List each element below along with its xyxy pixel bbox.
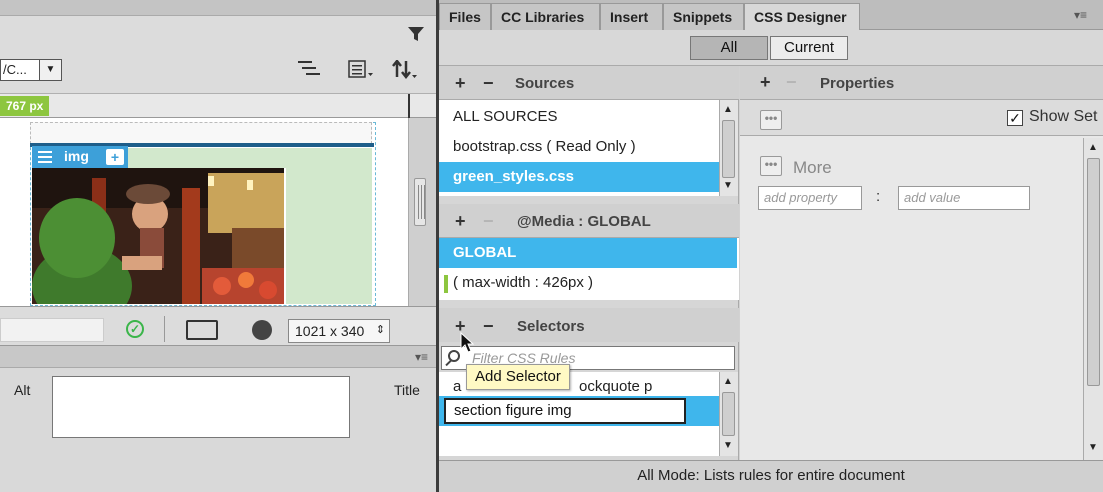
device-preview-icon[interactable] [186, 320, 218, 340]
media-header: + − @Media : GLOBAL [439, 204, 739, 238]
window-size-value: 1021 x 340 [295, 323, 365, 339]
panel-menu-icon[interactable]: ▾≡ [1074, 8, 1087, 22]
current-mode-button[interactable]: Current [770, 36, 848, 60]
source-item[interactable]: bootstrap.css ( Read Only ) [439, 132, 719, 162]
mode-status-text: All Mode: Lists rules for entire documen… [439, 460, 1103, 492]
tab-insert[interactable]: Insert [600, 3, 663, 30]
sources-title: Sources [515, 75, 575, 92]
tab-snippets[interactable]: Snippets [663, 3, 744, 30]
sources-scrollbar[interactable]: ▲ ▼ [719, 100, 738, 196]
ruler [0, 94, 436, 118]
remove-source-button[interactable]: − [483, 73, 494, 94]
globe-icon[interactable] [252, 320, 272, 340]
add-media-button[interactable]: + [455, 211, 466, 232]
properties-header: + − Properties [740, 66, 1103, 100]
list-indent-icon[interactable] [296, 60, 322, 80]
selector-name-input[interactable]: section figure img [444, 398, 686, 424]
selectors-scrollbar[interactable]: ▲ ▼ [719, 372, 738, 456]
tag-selector-field[interactable] [0, 318, 104, 342]
sources-header: + − Sources [439, 66, 739, 100]
remove-property-button[interactable]: − [786, 72, 797, 93]
show-set-checkbox[interactable]: ✓ [1007, 110, 1023, 126]
media-title: @Media : GLOBAL [517, 213, 651, 230]
tab-files[interactable]: Files [439, 3, 491, 30]
properties-panel-header: ▾≡ [0, 346, 436, 368]
alt-label: Alt [14, 382, 31, 398]
sort-icon[interactable] [390, 58, 420, 80]
chevron-down-icon: ▼ [39, 60, 61, 80]
add-value-input[interactable]: add value [898, 186, 1030, 210]
tab-cc-libraries[interactable]: CC Libraries [491, 3, 600, 30]
scroll-down-icon[interactable]: ▼ [723, 440, 733, 451]
property-separator: : [876, 188, 881, 205]
media-item[interactable]: ( max-width : 426px ) [439, 268, 737, 298]
add-source-button[interactable]: + [455, 73, 466, 94]
selectors-header: + − Selectors [439, 308, 739, 342]
scroll-thumb[interactable] [722, 120, 735, 178]
cursor-arrow-icon [460, 332, 474, 353]
element-tag-label: img [64, 148, 89, 164]
source-item[interactable]: ALL SOURCES [439, 102, 719, 132]
add-property-button[interactable]: + [760, 72, 771, 93]
add-selector-tooltip: Add Selector [466, 364, 570, 390]
left-toolbar [0, 16, 436, 94]
document-select[interactable]: /C... ▼ [0, 59, 62, 81]
alt-text-input[interactable] [52, 376, 350, 438]
resize-grip[interactable] [414, 178, 426, 226]
scroll-down-icon[interactable]: ▼ [1088, 442, 1098, 453]
scroll-up-icon[interactable]: ▲ [723, 104, 733, 115]
check-icon[interactable]: ✓ [126, 320, 144, 338]
title-label: Title [394, 382, 420, 398]
show-set-label: Show Set [1029, 108, 1098, 125]
document-select-value: /C... [3, 62, 27, 77]
remove-media-button[interactable]: − [483, 211, 494, 232]
status-divider [164, 316, 165, 342]
more-options-icon[interactable]: ••• [760, 110, 782, 130]
filter-icon[interactable] [407, 25, 425, 43]
search-icon [448, 350, 460, 362]
all-mode-button[interactable]: All [690, 36, 768, 60]
left-panel-header [0, 0, 436, 16]
scroll-down-icon[interactable]: ▼ [723, 180, 733, 191]
remove-selector-button[interactable]: − [483, 316, 494, 337]
more-properties-icon[interactable]: ••• [760, 156, 782, 176]
figure-background [120, 148, 286, 168]
properties-scrollbar[interactable]: ▲ ▼ [1083, 138, 1103, 460]
add-class-button[interactable]: + [106, 149, 124, 165]
add-property-input[interactable]: add property [758, 186, 862, 210]
sources-list: ALL SOURCES bootstrap.css ( Read Only ) … [439, 100, 719, 196]
selectors-title: Selectors [517, 318, 585, 335]
figure-background-side [286, 148, 372, 304]
more-label: More [793, 158, 832, 177]
tab-css-designer[interactable]: CSS Designer [744, 3, 860, 30]
scroll-up-icon[interactable]: ▲ [1088, 142, 1098, 153]
image-preview[interactable] [32, 168, 284, 304]
element-tag-img[interactable]: img + [32, 146, 128, 168]
section-outline [30, 122, 372, 144]
scroll-thumb[interactable] [722, 392, 735, 436]
source-item-selected[interactable]: green_styles.css [439, 162, 719, 192]
menu-icon[interactable] [38, 151, 52, 166]
panel-menu-icon[interactable]: ▾≡ [415, 350, 428, 364]
media-item-selected[interactable]: GLOBAL [439, 238, 737, 268]
scroll-thumb[interactable] [1087, 158, 1100, 386]
media-list: GLOBAL ( max-width : 426px ) [439, 238, 739, 300]
breakpoint-badge[interactable]: 767 px [0, 96, 50, 116]
list-view-icon[interactable] [346, 60, 376, 80]
scroll-up-icon[interactable]: ▲ [723, 376, 733, 387]
stepper-icon: ⇕ [375, 324, 385, 336]
ruler-marker [408, 94, 410, 118]
properties-title: Properties [820, 75, 895, 92]
window-size-select[interactable]: 1021 x 340 ⇕ [288, 319, 390, 343]
